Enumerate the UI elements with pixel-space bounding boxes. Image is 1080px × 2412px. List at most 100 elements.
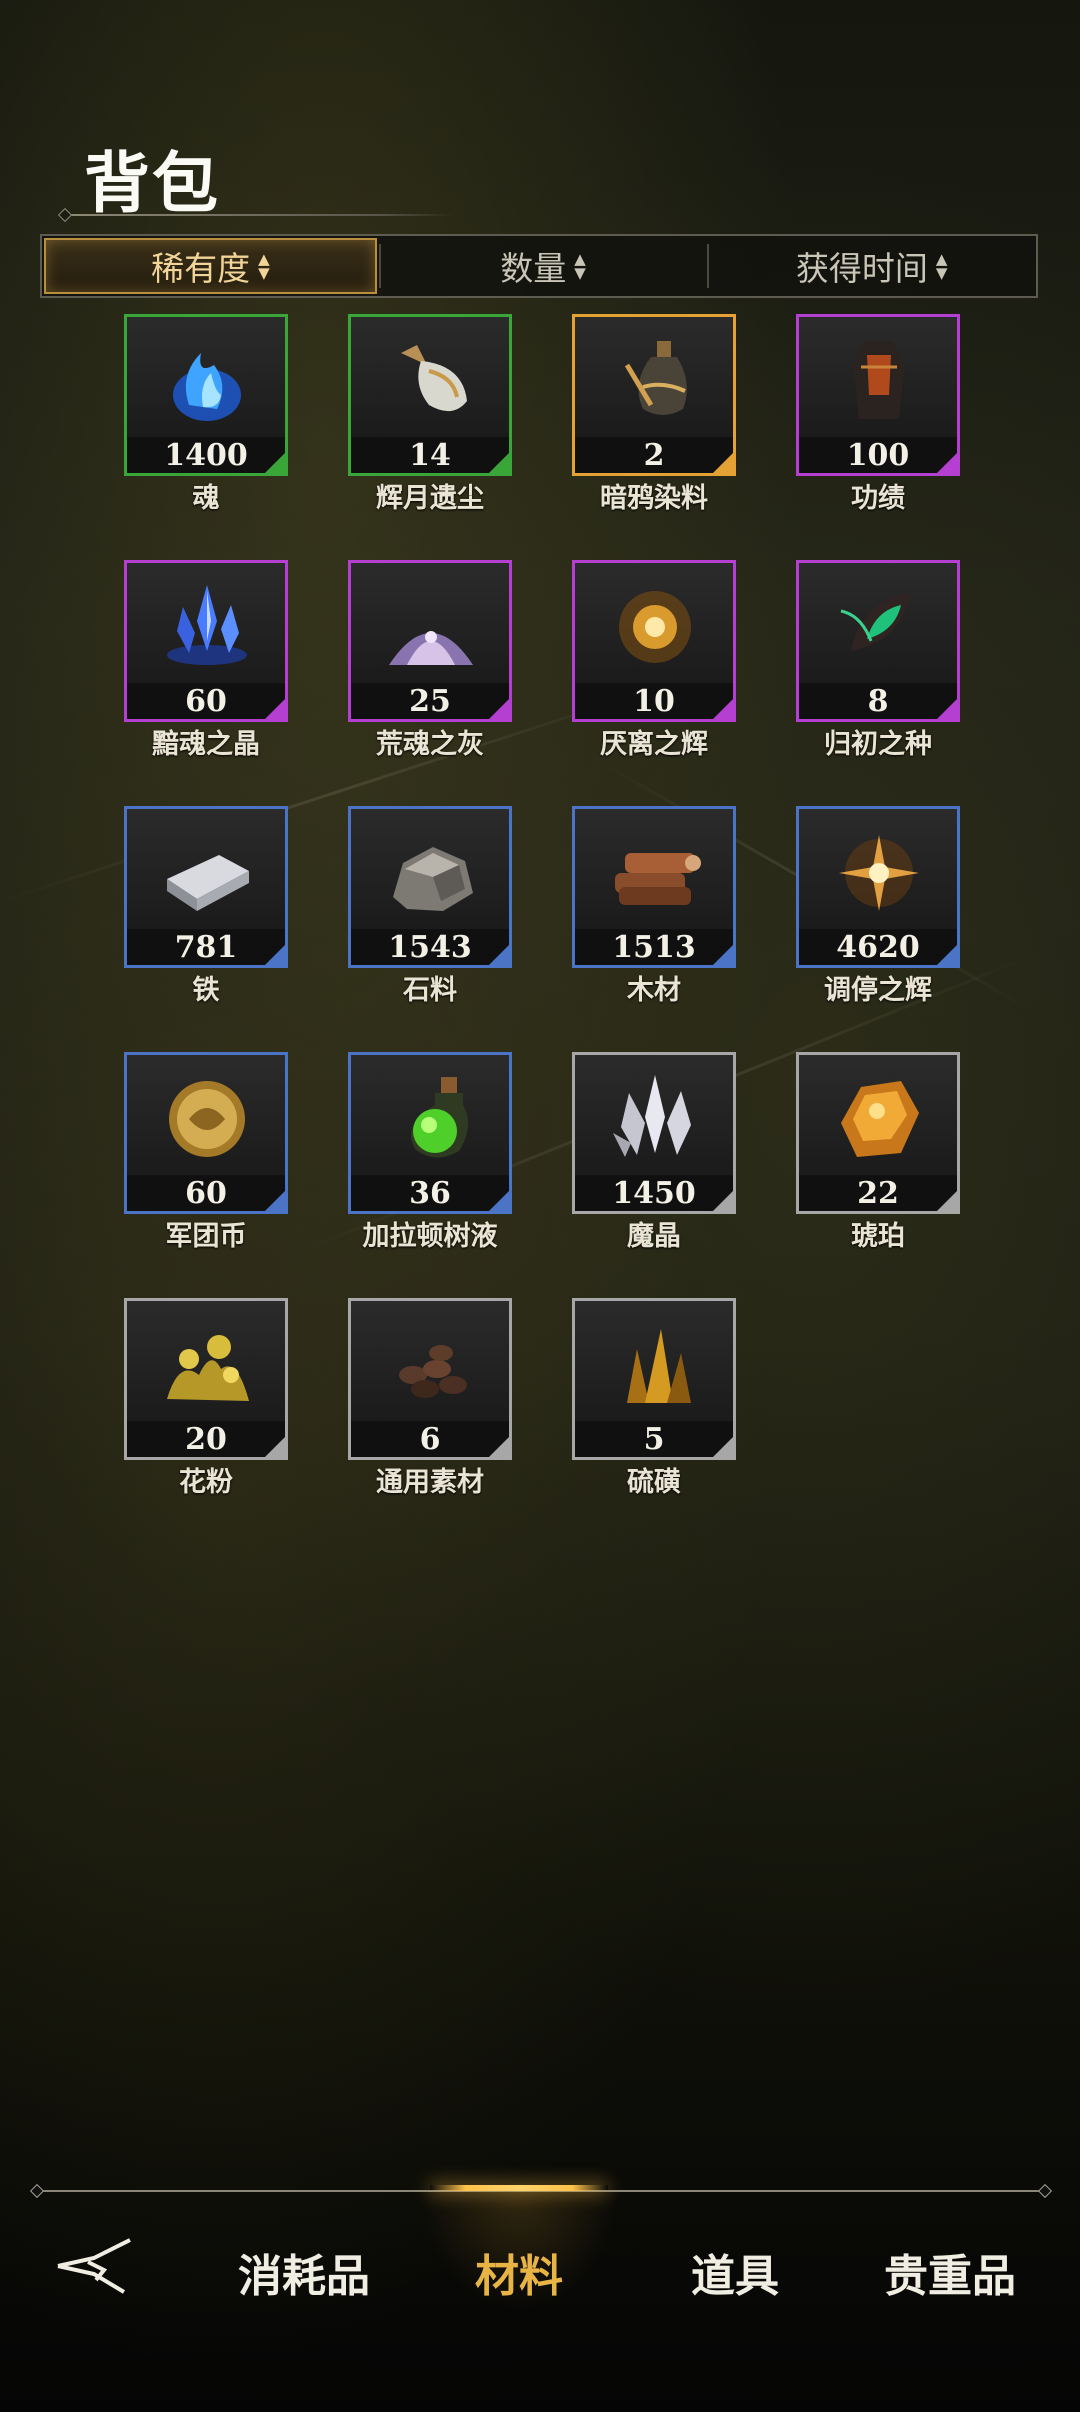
item-quantity: 4620: [836, 930, 920, 965]
active-tab-indicator: [430, 2185, 608, 2191]
sort-label: 数量: [500, 249, 567, 288]
item-name: 荒魂之灰: [376, 729, 484, 760]
item-slot[interactable]: 5 硫磺: [572, 1298, 736, 1498]
item-name: 硫磺: [627, 1467, 681, 1498]
item-slot[interactable]: 8 归初之种: [796, 560, 960, 760]
item-slot[interactable]: 60 军团币: [124, 1052, 288, 1252]
sort-by-time-button[interactable]: 获得时间 ▲ ▼: [707, 236, 1036, 296]
background-streak: [0, 683, 667, 903]
sort-by-quantity-button[interactable]: 数量 ▲ ▼: [378, 236, 708, 296]
item-quantity: 8: [867, 684, 889, 719]
tab-materials[interactable]: 材料: [444, 2240, 594, 2302]
blue-crystal-icon: [159, 581, 255, 673]
dark-raven-dye-bottle-icon: [607, 335, 703, 427]
item-slot[interactable]: 36 加拉顿树液: [348, 1052, 512, 1252]
item-slot[interactable]: 1513 木材: [572, 806, 736, 1006]
amber-icon: [831, 1073, 927, 1165]
item-name: 加拉顿树液: [362, 1221, 498, 1252]
item-slot[interactable]: 2 暗鸦染料: [572, 314, 736, 514]
item-name: 魔晶: [627, 1221, 681, 1252]
ash-pile-icon: [383, 581, 479, 673]
item-quantity: 781: [174, 930, 238, 965]
item-quantity: 1450: [612, 1176, 696, 1211]
item-quantity: 14: [409, 438, 451, 473]
white-crystal-icon: [607, 1073, 703, 1165]
item-name: 木材: [627, 975, 681, 1006]
merit-armor-icon: [831, 335, 927, 427]
item-name: 厌离之辉: [600, 729, 708, 760]
title-underline: [64, 214, 454, 216]
sort-updown-icon: ▲ ▼: [258, 250, 270, 282]
back-arrow-icon[interactable]: [54, 2232, 138, 2298]
item-name: 石料: [403, 975, 457, 1006]
item-name: 辉月遗尘: [376, 483, 484, 514]
item-quantity: 1513: [612, 930, 696, 965]
nav-diamond-ornament: [29, 2183, 45, 2199]
item-slot[interactable]: 22 琥珀: [796, 1052, 960, 1252]
item-name: 黯魂之晶: [152, 729, 260, 760]
item-slot[interactable]: 100 功绩: [796, 314, 960, 514]
item-slot[interactable]: 1400 魂: [124, 314, 288, 514]
item-quantity: 100: [846, 438, 910, 473]
blue-soul-flame-icon: [159, 335, 255, 427]
item-quantity: 22: [857, 1176, 899, 1211]
tab-tools[interactable]: 道具: [660, 2240, 810, 2302]
green-seed-icon: [831, 581, 927, 673]
item-name: 归初之种: [824, 729, 932, 760]
item-slot[interactable]: 14 辉月遗尘: [348, 314, 512, 514]
item-slot[interactable]: 20 花粉: [124, 1298, 288, 1498]
item-quantity: 6: [419, 1422, 441, 1457]
item-quantity: 1543: [388, 930, 472, 965]
page-title: 背包: [84, 144, 220, 222]
item-name: 琥珀: [851, 1221, 905, 1252]
title-diamond-ornament: [57, 207, 73, 223]
item-quantity: 1400: [164, 438, 248, 473]
item-quantity: 60: [185, 684, 227, 719]
item-quantity: 2: [643, 438, 665, 473]
tab-consumables[interactable]: 消耗品: [224, 2240, 384, 2302]
sort-bar: 稀有度 ▲ ▼ 数量 ▲ ▼ 获得时间 ▲ ▼: [40, 234, 1038, 298]
item-name: 花粉: [179, 1467, 233, 1498]
sort-updown-icon: ▲ ▼: [935, 250, 948, 282]
item-quantity: 5: [643, 1422, 665, 1457]
sort-by-rarity-button[interactable]: 稀有度 ▲ ▼: [44, 238, 377, 294]
orange-glow-icon: [831, 827, 927, 919]
item-slot[interactable]: 1543 石料: [348, 806, 512, 1006]
legion-coin-icon: [159, 1073, 255, 1165]
item-name: 暗鸦染料: [600, 483, 708, 514]
sort-label: 稀有度: [151, 249, 251, 288]
item-quantity: 25: [409, 684, 451, 719]
golden-radiance-icon: [607, 581, 703, 673]
sulfur-crystal-icon: [607, 1319, 703, 1411]
item-slot[interactable]: 781 铁: [124, 806, 288, 1006]
item-slot[interactable]: 1450 魔晶: [572, 1052, 736, 1252]
sort-label: 获得时间: [795, 249, 928, 288]
green-sap-flask-icon: [383, 1073, 479, 1165]
item-name: 调停之辉: [824, 975, 932, 1006]
sort-updown-icon: ▲ ▼: [574, 250, 586, 282]
item-name: 铁: [192, 975, 220, 1006]
item-slot[interactable]: 25 荒魂之灰: [348, 560, 512, 760]
nav-diamond-ornament: [1037, 2183, 1053, 2199]
item-quantity: 20: [185, 1422, 227, 1457]
item-slot[interactable]: 6 通用素材: [348, 1298, 512, 1498]
item-slot[interactable]: 60 黯魂之晶: [124, 560, 288, 760]
item-name: 通用素材: [376, 1467, 484, 1498]
moonlight-dust-bottle-icon: [383, 335, 479, 427]
title-area: 背包: [57, 120, 460, 223]
tab-valuables[interactable]: 贵重品: [870, 2240, 1030, 2302]
wood-logs-icon: [607, 827, 703, 919]
item-name: 功绩: [851, 483, 905, 514]
iron-ingot-icon: [159, 827, 255, 919]
generic-material-icon: [383, 1319, 479, 1411]
item-quantity: 60: [185, 1176, 227, 1211]
item-name: 军团币: [165, 1221, 247, 1252]
pollen-icon: [159, 1319, 255, 1411]
item-slot[interactable]: 10 厌离之辉: [572, 560, 736, 760]
item-name: 魂: [192, 483, 220, 514]
bottom-nav: 消耗品 材料 道具 贵重品: [0, 2180, 1080, 2340]
item-quantity: 36: [409, 1176, 451, 1211]
item-slot[interactable]: 4620 调停之辉: [796, 806, 960, 1006]
item-quantity: 10: [633, 684, 675, 719]
stone-icon: [383, 827, 479, 919]
